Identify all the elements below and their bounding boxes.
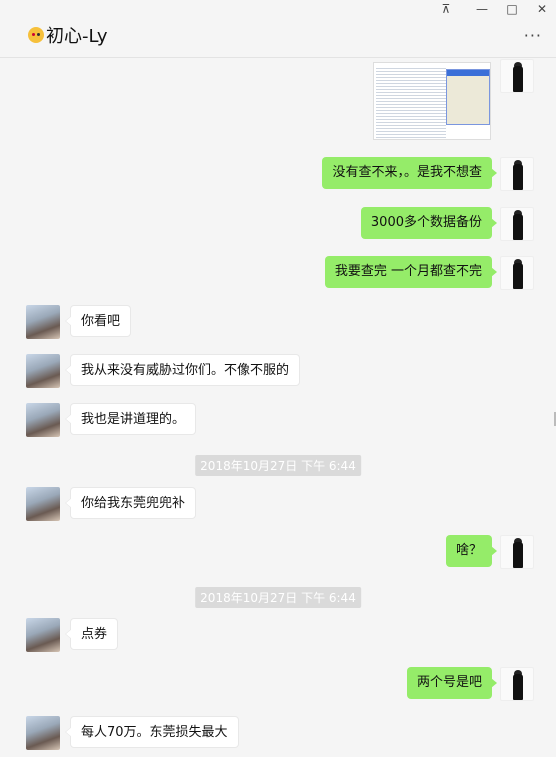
message-bubble[interactable]: 你看吧 xyxy=(64,305,132,337)
message-bubble[interactable]: 没有查不来，。是我不想查 xyxy=(322,157,497,189)
contact-name: 初心-Ly xyxy=(46,26,108,47)
message-bubble[interactable]: 每人70万。东莞损失最大 xyxy=(65,716,239,748)
image-message[interactable] xyxy=(373,62,491,140)
message-bubble[interactable]: 我从来没有威胁过你们。不像不服的 xyxy=(64,354,301,386)
contact-avatar[interactable] xyxy=(26,354,60,388)
close-button[interactable]: ✕ xyxy=(530,2,554,16)
message-bubble[interactable]: 两个号是吧 xyxy=(406,667,498,699)
my-avatar[interactable] xyxy=(500,667,534,701)
minimize-button[interactable]: — xyxy=(470,2,494,16)
title-bar: ⊼ — □ ✕ 初心-Ly ··· xyxy=(0,0,556,58)
contact-avatar[interactable] xyxy=(26,305,60,339)
message-bubble[interactable]: 点券 xyxy=(64,618,119,650)
timestamp-row: 2018年10月27日 下午 6:44 xyxy=(0,455,556,476)
more-options-button[interactable]: ··· xyxy=(524,26,542,45)
my-avatar[interactable] xyxy=(500,59,534,93)
message-bubble[interactable]: 我要查完 一个月都查不完 xyxy=(324,256,498,288)
chat-title: 初心-Ly xyxy=(28,22,108,48)
contact-avatar[interactable] xyxy=(26,403,60,437)
timestamp-row: 2018年10月27日 下午 6:44 xyxy=(0,587,556,608)
my-avatar[interactable] xyxy=(500,535,534,569)
message-bubble[interactable]: 你给我东莞兜兜补 xyxy=(64,487,197,519)
contact-avatar[interactable] xyxy=(26,618,60,652)
contact-avatar[interactable] xyxy=(26,487,60,521)
pin-icon[interactable]: ⊼ xyxy=(434,2,458,16)
maximize-button[interactable]: □ xyxy=(500,2,524,16)
my-avatar[interactable] xyxy=(500,207,534,241)
my-avatar[interactable] xyxy=(500,157,534,191)
kissing-face-icon xyxy=(28,27,44,43)
message-bubble[interactable]: 我也是讲道理的。 xyxy=(64,403,197,435)
timestamp: 2018年10月27日 下午 6:44 xyxy=(195,455,361,476)
dialog-thumbnail xyxy=(446,69,490,125)
spreadsheet-thumbnail xyxy=(376,66,446,138)
my-avatar[interactable] xyxy=(500,256,534,290)
contact-avatar[interactable] xyxy=(26,716,60,750)
message-list[interactable]: 没有查不来，。是我不想查 3000多个数据备份 我要查完 一个月都查不完 你看吧… xyxy=(0,59,556,757)
message-bubble[interactable]: 啥？ xyxy=(445,535,498,567)
message-bubble[interactable]: 3000多个数据备份 xyxy=(360,207,498,239)
timestamp: 2018年10月27日 下午 6:44 xyxy=(195,587,361,608)
